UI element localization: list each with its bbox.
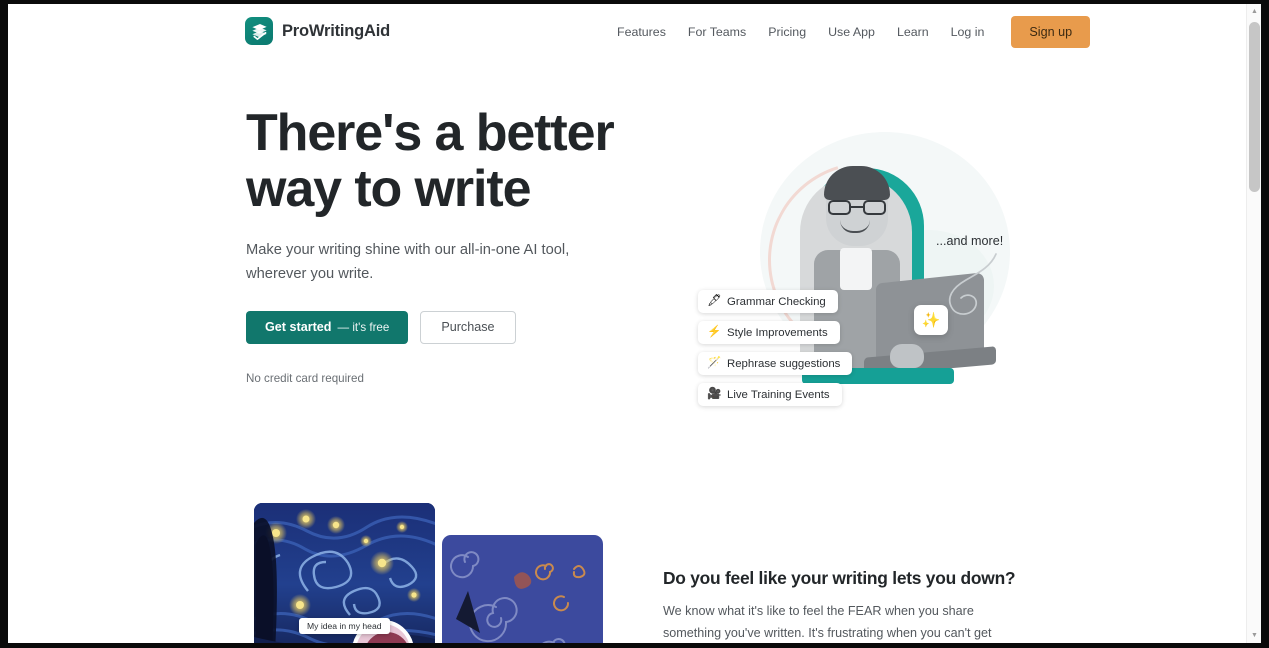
- starry-night-image: My idea in my head: [254, 503, 435, 643]
- lower-section-paragraph: We know what it's like to feel the FEAR …: [663, 604, 992, 640]
- lower-section-heading: Do you feel like your writing lets you d…: [663, 568, 1016, 588]
- fountain-pen-icon: 🖋: [707, 294, 722, 307]
- scroll-up-button[interactable]: ▲: [1247, 4, 1261, 19]
- page-viewport: ProWritingAid Features For Teams Pricing…: [8, 4, 1261, 643]
- person-shirt: [840, 248, 872, 290]
- and-more-callout: ...and more!: [936, 234, 1004, 248]
- nav-item-features[interactable]: Features: [606, 19, 677, 45]
- nav-item-learn[interactable]: Learn: [886, 19, 940, 45]
- get-started-button[interactable]: Get started — it's free: [246, 310, 409, 344]
- site-header: ProWritingAid Features For Teams Pricing…: [8, 4, 1246, 60]
- brand-name: ProWritingAid: [282, 21, 391, 40]
- scrollbar-thumb[interactable]: [1249, 22, 1260, 192]
- no-credit-card-note: No credit card required: [246, 371, 364, 385]
- magic-wand-icon: 🪄: [707, 356, 722, 369]
- writing-lets-you-down-section: My idea in my head Do you feel like your…: [8, 480, 1246, 643]
- feature-chip-label: Style Improvements: [727, 326, 828, 339]
- get-started-label: Get started: [265, 320, 332, 335]
- nav-item-log-in[interactable]: Log in: [940, 19, 996, 45]
- feature-chip-live-training-events: 🎥 Live Training Events: [698, 383, 842, 406]
- person-hand: [890, 344, 924, 368]
- brand-logo-link[interactable]: ProWritingAid: [245, 17, 390, 45]
- feature-chip-label: Grammar Checking: [727, 295, 826, 308]
- nav-item-for-teams[interactable]: For Teams: [677, 19, 757, 45]
- eyeglasses-icon: [828, 200, 886, 215]
- hero-section: There's a better way to write Make your …: [8, 60, 1246, 480]
- nav-item-use-app[interactable]: Use App: [817, 19, 886, 45]
- lower-copy-block: Do you feel like your writing lets you d…: [663, 568, 1023, 643]
- feature-chip-style-improvements: ⚡ Style Improvements: [698, 321, 840, 344]
- page-scrollbar[interactable]: ▲ ▼: [1246, 4, 1261, 643]
- sign-up-button[interactable]: Sign up: [1011, 16, 1091, 48]
- feature-chip-grammar-checking: 🖋 Grammar Checking: [698, 290, 838, 313]
- feature-chip-list: 🖋 Grammar Checking ⚡ Style Improvements …: [698, 290, 853, 406]
- feature-chip-label: Rephrase suggestions: [727, 357, 841, 370]
- webpage-content: ProWritingAid Features For Teams Pricing…: [8, 4, 1246, 643]
- feature-chip-rephrase-suggestions: 🪄 Rephrase suggestions: [698, 352, 853, 375]
- hero-illustration: ✨ ...and more! 🖋 Grammar Checking ⚡ Styl…: [668, 100, 1028, 440]
- browser-window-frame: ProWritingAid Features For Teams Pricing…: [0, 0, 1269, 648]
- movie-camera-icon: 🎥: [707, 387, 722, 400]
- sparkle-icon: ✨: [921, 312, 941, 329]
- prowritingaid-book-logo-icon: [245, 17, 273, 45]
- hero-headline: There's a better way to write: [246, 104, 615, 219]
- my-idea-caption: My idea in my head: [299, 618, 390, 634]
- hero-copy-block: There's a better way to write Make your …: [246, 105, 646, 385]
- primary-navigation: Features For Teams Pricing Use App Learn…: [606, 4, 1091, 60]
- lightning-bolt-icon: ⚡: [707, 325, 722, 338]
- purchase-button[interactable]: Purchase: [420, 310, 516, 344]
- nav-item-pricing[interactable]: Pricing: [757, 19, 817, 45]
- blue-sketch-card: [442, 535, 603, 643]
- scroll-down-button[interactable]: ▼: [1247, 628, 1261, 643]
- get-started-subtext: — it's free: [337, 320, 390, 334]
- hero-subheadline: Make your writing shine with our all-in-…: [246, 242, 570, 283]
- squiggle-pointer-icon: [948, 253, 997, 315]
- hero-cta-group: Get started — it's free Purchase: [246, 310, 646, 344]
- feature-chip-label: Live Training Events: [727, 388, 830, 401]
